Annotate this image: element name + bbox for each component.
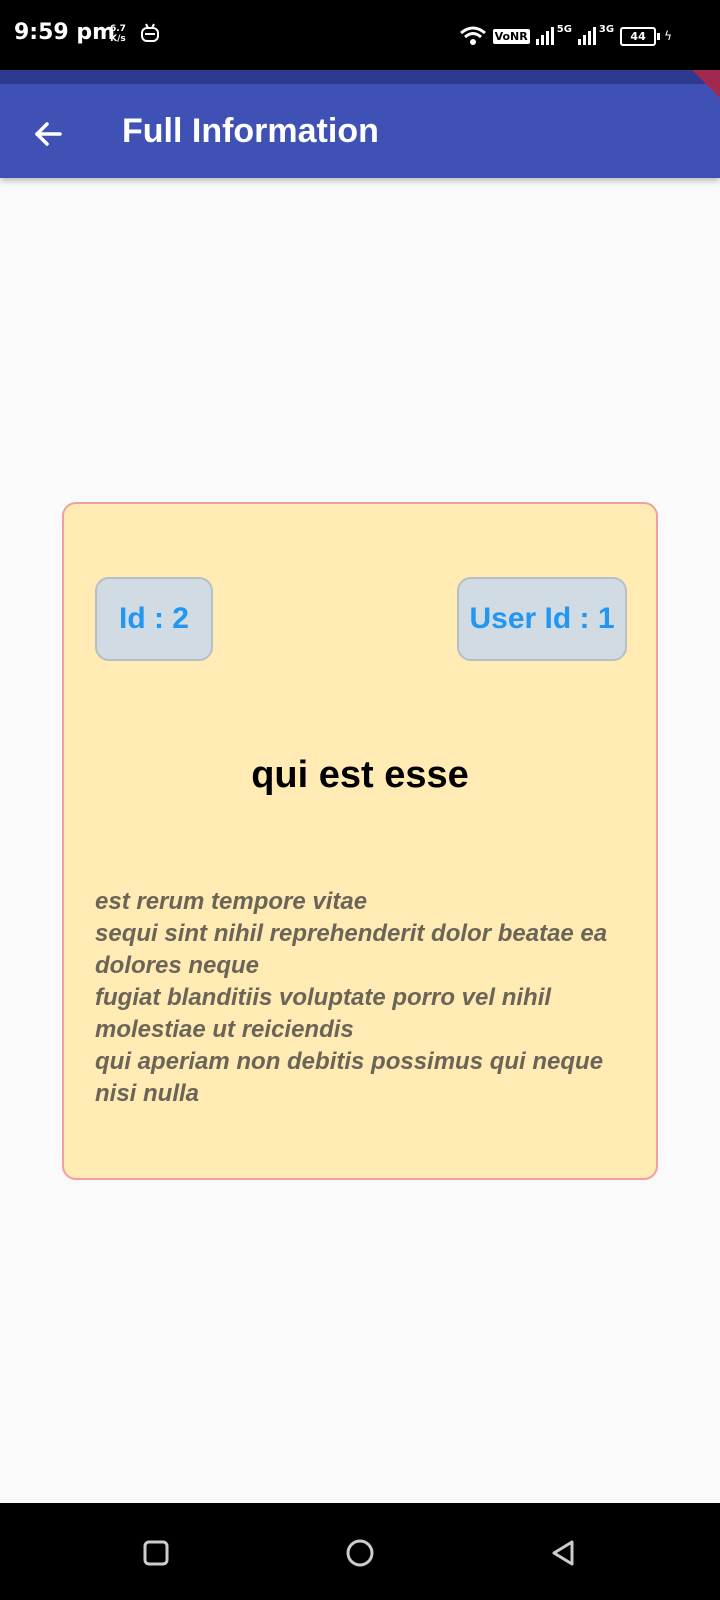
app-bar-top-strip bbox=[0, 70, 720, 84]
app-bar: Full Information bbox=[0, 70, 720, 178]
post-title: qui est esse bbox=[251, 754, 469, 796]
post-id-chip: Id : 2 bbox=[95, 577, 213, 661]
back-nav-button[interactable] bbox=[540, 1529, 588, 1577]
network-type-3g: 3G bbox=[598, 24, 615, 35]
wifi-icon bbox=[459, 26, 486, 45]
status-bar: 9:59 pm 6.7 K/s VoNR 5G 3G 44 ϟ bbox=[0, 0, 720, 70]
network-speed: 6.7 K/s bbox=[110, 24, 126, 44]
notification-robot-icon bbox=[141, 23, 159, 42]
back-button[interactable] bbox=[24, 110, 72, 158]
navigation-bar bbox=[0, 1503, 720, 1600]
post-card: Id : 2 User Id : 1 qui est esse est reru… bbox=[62, 502, 658, 1180]
network-speed-value: 6.7 bbox=[110, 24, 126, 34]
network-speed-unit: K/s bbox=[110, 34, 126, 44]
user-id-chip: User Id : 1 bbox=[457, 577, 627, 661]
debug-banner-corner bbox=[692, 70, 720, 98]
post-body: est rerum tempore vitae sequi sint nihil… bbox=[95, 888, 608, 1107]
status-time: 9:59 pm bbox=[14, 20, 116, 45]
signal-icon bbox=[535, 27, 554, 45]
recents-square-icon bbox=[143, 1540, 169, 1566]
battery-level: 44 bbox=[630, 29, 646, 43]
recents-button[interactable] bbox=[132, 1529, 180, 1577]
arrow-back-icon bbox=[35, 122, 62, 146]
back-triangle-icon bbox=[552, 1540, 574, 1566]
network-type-5g: 5G bbox=[556, 24, 572, 35]
page-title: Full Information bbox=[122, 112, 379, 150]
home-button[interactable] bbox=[336, 1529, 384, 1577]
status-icons: VoNR 5G 3G 44 ϟ bbox=[459, 24, 672, 48]
charging-icon: ϟ bbox=[664, 29, 672, 43]
vonr-badge: VoNR bbox=[492, 28, 530, 44]
home-circle-icon bbox=[346, 1539, 374, 1567]
signal-icon-2 bbox=[577, 27, 596, 45]
battery-icon: 44 bbox=[620, 26, 661, 46]
